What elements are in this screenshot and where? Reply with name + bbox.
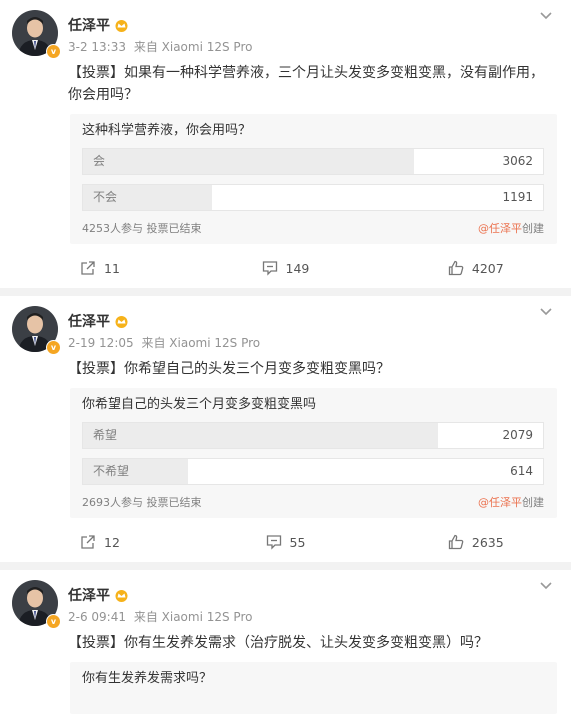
poll-question: 这种科学营养液，你会用吗？ — [82, 123, 252, 138]
post-source: 来自 Xiaomi 12S Pro — [141, 336, 261, 350]
poll-option-count: 614 — [510, 464, 533, 478]
repost-icon — [81, 261, 95, 275]
verified-badge-icon: v — [46, 614, 61, 629]
poll-creator-suffix: 创建 — [522, 496, 544, 509]
poll-card: 你有生发养发需求吗？ — [70, 662, 557, 714]
post-source: 来自 Xiaomi 12S Pro — [133, 610, 253, 624]
post-header: v 任泽平 3-2 13:33 来自 Xiaomi 12S Pro — [0, 10, 571, 60]
poll-card: 你希望自己的头发三个月变多变粗变黑吗 希望 2079 不希望 614 2693人… — [70, 388, 557, 518]
poll-creator-suffix: 创建 — [522, 222, 544, 235]
post-actions: 12 55 2635 — [0, 522, 571, 562]
poll-creator-link[interactable]: @任泽平 — [478, 496, 522, 509]
like-count: 2635 — [471, 534, 504, 550]
crown-icon — [115, 589, 128, 602]
post-meta: 2-19 12:05 来自 Xiaomi 12S Pro — [68, 334, 264, 351]
poll-option[interactable]: 不会 1191 — [82, 184, 544, 211]
poll-footer: 4253人参与 投票已结束 @任泽平创建 — [82, 220, 544, 238]
poll-option[interactable]: 不希望 614 — [82, 458, 544, 485]
comment-icon — [262, 261, 277, 276]
repost-count: 12 — [104, 534, 120, 550]
poll-option-label: 不会 — [93, 190, 118, 204]
poll-option-label: 希望 — [93, 428, 118, 442]
poll-option-label: 不希望 — [93, 464, 130, 478]
author-row: 任泽平 — [68, 311, 129, 331]
post-text: 【投票】你有生发养发需求（治疗脱发、让头发变多变粗变黑）吗？ — [68, 635, 488, 651]
comment-count: 149 — [285, 260, 310, 276]
author-name[interactable]: 任泽平 — [68, 15, 110, 35]
post-meta: 3-2 13:33 来自 Xiaomi 12S Pro — [68, 38, 256, 55]
poll-card: 这种科学营养液，你会用吗？ 会 3062 不会 1191 4253人参与 投票已… — [70, 114, 557, 244]
poll-option-count: 2079 — [502, 428, 533, 442]
comment-button[interactable]: 149 — [190, 260, 380, 276]
author-name[interactable]: 任泽平 — [68, 585, 110, 605]
thumbs-up-icon — [448, 534, 464, 550]
post-time[interactable]: 3-2 13:33 — [68, 40, 126, 54]
repost-button[interactable]: 12 — [0, 534, 190, 550]
poll-question: 你有生发养发需求吗？ — [82, 671, 213, 686]
author-row: 任泽平 — [68, 585, 129, 605]
poll-creator: @任泽平创建 — [478, 494, 544, 512]
repost-count: 11 — [104, 260, 120, 276]
poll-option-count: 3062 — [502, 154, 533, 168]
poll-footer: 2693人参与 投票已结束 @任泽平创建 — [82, 494, 544, 512]
post-card: v 任泽平 2-6 09:41 来自 Xiaomi 12S Pro 【投票】你有… — [0, 570, 571, 714]
repost-icon — [81, 535, 95, 549]
post-header: v 任泽平 2-19 12:05 来自 Xiaomi 12S Pro — [0, 306, 571, 356]
post-card: v 任泽平 2-19 12:05 来自 Xiaomi 12S Pro 【投票】你… — [0, 296, 571, 562]
poll-option[interactable]: 希望 2079 — [82, 422, 544, 449]
like-button[interactable]: 4207 — [381, 260, 571, 276]
poll-creator-link[interactable]: @任泽平 — [478, 222, 522, 235]
comment-icon — [266, 535, 281, 550]
poll-option[interactable]: 会 3062 — [82, 148, 544, 175]
post-text: 【投票】如果有一种科学营养液，三个月让头发变多变粗变黑，没有副作用，你会用吗？ — [68, 65, 544, 103]
post-text: 【投票】你希望自己的头发三个月变多变粗变黑吗？ — [68, 361, 390, 377]
poll-option-label: 会 — [93, 154, 106, 168]
poll-option-fill — [83, 149, 415, 174]
thumbs-up-icon — [448, 260, 464, 276]
comment-count: 55 — [289, 534, 306, 550]
crown-icon — [115, 315, 128, 328]
poll-creator: @任泽平创建 — [478, 220, 544, 238]
post-meta: 2-6 09:41 来自 Xiaomi 12S Pro — [68, 608, 256, 625]
author-row: 任泽平 — [68, 15, 129, 35]
post-card: v 任泽平 3-2 13:33 来自 Xiaomi 12S Pro 【投票】如果… — [0, 0, 571, 288]
verified-badge-icon: v — [46, 340, 61, 355]
like-button[interactable]: 2635 — [381, 534, 571, 550]
verified-badge-icon: v — [46, 44, 61, 59]
post-time[interactable]: 2-19 12:05 — [68, 336, 134, 350]
comment-button[interactable]: 55 — [190, 534, 380, 550]
post-header: v 任泽平 2-6 09:41 来自 Xiaomi 12S Pro — [0, 580, 571, 630]
repost-button[interactable]: 11 — [0, 260, 190, 276]
poll-option-count: 1191 — [502, 190, 533, 204]
like-count: 4207 — [471, 260, 504, 276]
post-source: 来自 Xiaomi 12S Pro — [133, 40, 253, 54]
poll-question: 你希望自己的头发三个月变多变粗变黑吗 — [82, 397, 317, 412]
crown-icon — [115, 19, 128, 32]
author-name[interactable]: 任泽平 — [68, 311, 110, 331]
poll-option-fill — [83, 423, 439, 448]
post-actions: 11 149 4207 — [0, 248, 571, 288]
poll-summary: 2693人参与 投票已结束 — [82, 496, 202, 509]
weibo-feed: v 任泽平 3-2 13:33 来自 Xiaomi 12S Pro 【投票】如果… — [0, 0, 571, 714]
poll-summary: 4253人参与 投票已结束 — [82, 222, 202, 235]
post-time[interactable]: 2-6 09:41 — [68, 610, 126, 624]
